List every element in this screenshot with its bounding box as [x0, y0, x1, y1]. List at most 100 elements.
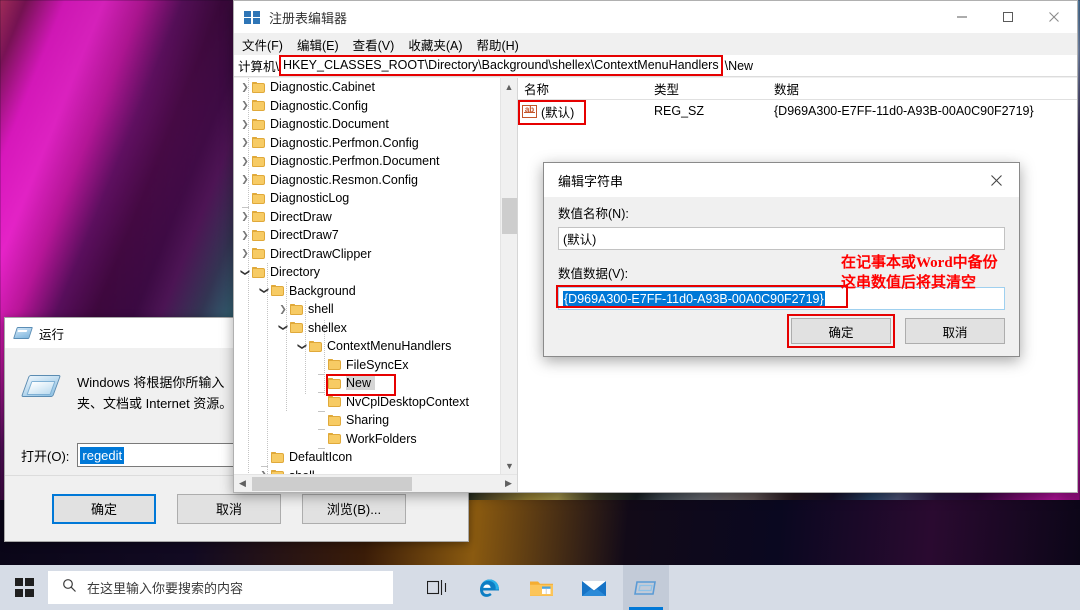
edit-string-body: 数值名称(N): (默认) 数值数据(V): {D969A300-E7FF-11…: [544, 197, 1019, 310]
tree-item-shellex[interactable]: ❯ shellex: [234, 319, 500, 338]
tree-vertical-scrollbar[interactable]: ▲ ▼: [500, 78, 517, 474]
folder-icon: [252, 100, 265, 111]
mail-icon[interactable]: [571, 565, 617, 610]
tree-item-label: Background: [289, 284, 360, 298]
tree-item-label: NvCplDesktopContext: [346, 395, 473, 409]
tree-item-directdraw7[interactable]: ❯DirectDraw7: [234, 226, 500, 245]
menu-view[interactable]: 查看(V): [353, 35, 395, 54]
edit-string-title: 编辑字符串: [558, 171, 623, 190]
run-large-icon: [23, 371, 63, 405]
edge-icon[interactable]: [467, 565, 513, 610]
chevron-down-icon[interactable]: ❯: [259, 284, 270, 298]
tree-item-filesyncex[interactable]: FileSyncEx: [234, 356, 500, 375]
run-browse-button[interactable]: 浏览(B)...: [302, 494, 406, 524]
tree-horizontal-scrollbar[interactable]: ◀ ▶: [234, 474, 517, 492]
tree-item-diagnostic-cabinet[interactable]: ❯ Diagnostic.Cabinet: [234, 78, 500, 97]
chevron-right-icon[interactable]: ❯: [238, 119, 252, 130]
value-name-cell[interactable]: ab (默认): [518, 102, 648, 121]
tree-item-nvcpldesktopcontext[interactable]: NvCplDesktopContext: [234, 393, 500, 412]
registry-editor-menubar: 文件(F) 编辑(E) 查看(V) 收藏夹(A) 帮助(H): [234, 33, 1077, 55]
tree-item-label: Diagnostic.Perfmon.Config: [270, 136, 423, 150]
column-header-name[interactable]: 名称: [518, 79, 648, 98]
chevron-right-icon[interactable]: ❯: [276, 304, 290, 315]
value-type-cell: REG_SZ: [648, 104, 768, 118]
minimize-icon[interactable]: [939, 1, 985, 33]
tree-item-diagnostic-config[interactable]: ❯ Diagnostic.Config: [234, 97, 500, 116]
tree-item-sharing[interactable]: Sharing: [234, 411, 500, 430]
tree-item-diagnostic-document[interactable]: ❯Diagnostic.Document: [234, 115, 500, 134]
task-view-icon[interactable]: [415, 565, 461, 610]
chevron-down-icon[interactable]: ❯: [297, 339, 308, 353]
run-ok-button[interactable]: 确定: [52, 494, 156, 524]
column-header-type[interactable]: 类型: [648, 79, 768, 98]
ok-button[interactable]: 确定: [791, 318, 891, 344]
chevron-right-icon[interactable]: ❯: [238, 230, 252, 241]
file-explorer-icon[interactable]: [519, 565, 565, 610]
scroll-right-icon[interactable]: ▶: [500, 478, 517, 489]
menu-file[interactable]: 文件(F): [242, 35, 283, 54]
search-placeholder-text: 在这里输入你要搜索的内容: [87, 578, 243, 597]
run-cancel-button[interactable]: 取消: [177, 494, 281, 524]
run-open-input-value: regedit: [80, 447, 124, 464]
folder-icon: [252, 248, 265, 259]
folder-icon: [252, 193, 265, 204]
tree-item-diagnosticlog[interactable]: DiagnosticLog: [234, 189, 500, 208]
maximize-icon[interactable]: [985, 1, 1031, 33]
tree-hscroll-thumb[interactable]: [252, 477, 412, 491]
regedit-taskbar-icon[interactable]: [623, 565, 669, 610]
chevron-right-icon[interactable]: ❯: [238, 174, 252, 185]
column-header-data[interactable]: 数据: [768, 79, 1077, 98]
chevron-right-icon[interactable]: ❯: [238, 100, 252, 111]
chevron-down-icon[interactable]: ❯: [240, 265, 251, 279]
tree-item-workfolders[interactable]: WorkFolders: [234, 430, 500, 449]
cancel-button[interactable]: 取消: [905, 318, 1005, 344]
tree-item-directory[interactable]: ❯Directory: [234, 263, 500, 282]
folder-icon: [271, 452, 284, 463]
menu-favorites[interactable]: 收藏夹(A): [408, 35, 462, 54]
tree-item-shell[interactable]: ❯shell: [234, 467, 500, 475]
chevron-right-icon[interactable]: ❯: [238, 82, 252, 93]
tree-item-label: Diagnostic.Cabinet: [270, 80, 379, 94]
tree-item-directdrawclipper[interactable]: ❯DirectDrawClipper: [234, 245, 500, 264]
tree-item-diagnostic-perfmon-config[interactable]: ❯ Diagnostic.Perfmon.Config: [234, 134, 500, 153]
tree-item-defaulticon[interactable]: DefaultIcon: [234, 448, 500, 467]
red-annotation: 在记事本或Word中备份 这串数值后将其清空: [841, 253, 998, 293]
table-row[interactable]: ab (默认) REG_SZ {D969A300-E7FF-11d0-A93B-…: [518, 100, 1077, 122]
tree-item-label: Diagnostic.Perfmon.Document: [270, 154, 444, 168]
ab-string-icon: ab: [522, 105, 537, 118]
scroll-down-icon[interactable]: ▼: [501, 457, 518, 474]
tree-scroll-thumb[interactable]: [502, 198, 517, 234]
tree-item-diagnostic-resmon-config[interactable]: ❯Diagnostic.Resmon.Config: [234, 171, 500, 190]
tree-item-label: DefaultIcon: [289, 450, 356, 464]
address-prefix: 计算机\: [234, 56, 279, 75]
scroll-up-icon[interactable]: ▲: [501, 78, 517, 95]
chevron-down-icon[interactable]: ❯: [278, 321, 289, 335]
folder-icon: [290, 304, 303, 315]
run-dialog-title: 运行: [39, 324, 64, 343]
close-icon[interactable]: [1031, 1, 1077, 33]
close-icon[interactable]: [973, 163, 1019, 197]
menu-edit[interactable]: 编辑(E): [297, 35, 339, 54]
screen: 运行 Windows 将根据你所输入 夹、文档或 Internet 资源。 打开…: [0, 0, 1080, 610]
value-name-text: (默认): [541, 102, 574, 121]
chevron-right-icon[interactable]: ❯: [238, 211, 252, 222]
tree-item-new[interactable]: New: [234, 374, 500, 393]
chevron-right-icon[interactable]: ❯: [238, 137, 252, 148]
tree-item-label: Diagnostic.Config: [270, 99, 372, 113]
tree-item-shell[interactable]: ❯shell: [234, 300, 500, 319]
windows-start-icon[interactable]: [0, 565, 48, 610]
edit-string-dialog: 编辑字符串 数值名称(N): (默认) 数值数据(V): {D969A300-E…: [543, 162, 1020, 357]
search-input[interactable]: 在这里输入你要搜索的内容: [48, 571, 393, 604]
registry-address-bar[interactable]: 计算机\ HKEY_CLASSES_ROOT\Directory\Backgro…: [234, 55, 1077, 77]
tree-item-label: shellex: [308, 321, 351, 335]
tree-item-background[interactable]: ❯ Background: [234, 282, 500, 301]
annotation-line-2: 这串数值后将其清空: [841, 273, 998, 293]
tree-item-contextmenuhandlers[interactable]: ❯ContextMenuHandlers: [234, 337, 500, 356]
chevron-right-icon[interactable]: ❯: [238, 248, 252, 259]
value-name-input[interactable]: (默认): [558, 227, 1005, 250]
chevron-right-icon[interactable]: ❯: [238, 156, 252, 167]
scroll-left-icon[interactable]: ◀: [234, 478, 251, 489]
tree-item-diagnostic-perfmon-document[interactable]: ❯ Diagnostic.Perfmon.Document: [234, 152, 500, 171]
tree-item-directdraw[interactable]: ❯DirectDraw: [234, 208, 500, 227]
menu-help[interactable]: 帮助(H): [476, 35, 518, 54]
